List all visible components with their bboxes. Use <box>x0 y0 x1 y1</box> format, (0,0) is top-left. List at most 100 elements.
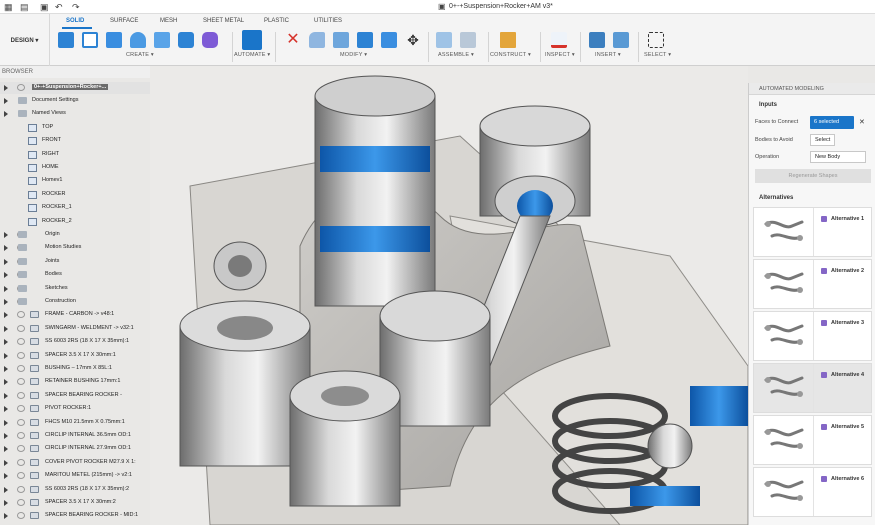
insert-image-icon[interactable] <box>589 32 605 48</box>
browser-item[interactable]: SS 6003 2RS (18 X 17 X 35mm):2 <box>0 484 150 496</box>
browser-item[interactable]: FRONT <box>0 135 150 147</box>
expand-icon[interactable] <box>4 85 8 91</box>
tab-surface[interactable]: SURFACE <box>110 18 138 24</box>
expand-icon[interactable] <box>4 379 8 386</box>
alternative-item[interactable]: Alternative 2 <box>753 259 872 309</box>
browser-item[interactable]: CIRCLIP INTERNAL 36.5mm OD:1 <box>0 430 150 442</box>
expand-icon[interactable] <box>4 285 8 292</box>
operation-dropdown[interactable]: New Body <box>810 151 866 163</box>
expand-icon[interactable] <box>4 272 8 279</box>
new-component-icon[interactable] <box>58 32 74 48</box>
expand-icon[interactable] <box>4 245 8 252</box>
alternative-item[interactable]: Alternative 6 <box>753 467 872 517</box>
expand-icon[interactable] <box>4 312 8 319</box>
insert-canvas-icon[interactable] <box>613 32 629 48</box>
expand-icon[interactable] <box>4 258 8 265</box>
automate-menu[interactable]: AUTOMATE ▾ <box>234 52 270 58</box>
shell-icon[interactable] <box>357 32 373 48</box>
select-menu[interactable]: SELECT ▾ <box>644 52 671 58</box>
expand-icon[interactable] <box>4 419 8 426</box>
visibility-icon[interactable] <box>17 472 25 480</box>
alternative-item[interactable]: Alternative 5 <box>753 415 872 465</box>
expand-icon[interactable] <box>4 98 8 104</box>
redo-icon[interactable]: ↷ <box>72 2 80 13</box>
browser-item[interactable]: SS 6003 2RS (18 X 17 X 35mm):1 <box>0 336 150 348</box>
visibility-icon[interactable] <box>17 499 25 506</box>
visibility-icon[interactable] <box>17 391 25 399</box>
tab-plastic[interactable]: PLASTIC <box>264 18 289 24</box>
expand-icon[interactable] <box>4 339 8 346</box>
loft-icon[interactable] <box>178 32 194 48</box>
modify-menu[interactable]: MODIFY ▾ <box>340 52 367 58</box>
select-icon[interactable] <box>648 32 664 48</box>
tab-sheet-metal[interactable]: SHEET METAL <box>203 18 244 24</box>
visibility-icon[interactable] <box>17 458 25 466</box>
automate-icon[interactable] <box>242 30 262 50</box>
browser-item[interactable]: Origin <box>0 229 150 241</box>
browser-item[interactable]: Construction <box>0 296 150 308</box>
expand-icon[interactable] <box>4 486 8 493</box>
browser-item[interactable]: Document Settings <box>0 95 150 107</box>
faces-selection-button[interactable]: 6 selected <box>810 116 854 129</box>
browser-item[interactable]: SPACER BEARING ROCKER - <box>0 390 150 402</box>
expand-icon[interactable] <box>4 325 8 332</box>
browser-item[interactable]: TOP <box>0 122 150 134</box>
visibility-icon[interactable] <box>17 84 25 91</box>
visibility-icon[interactable] <box>17 485 25 493</box>
visibility-icon[interactable] <box>17 512 25 520</box>
browser-item[interactable]: SPACER 3.5 X 17 X 30mm:2 <box>0 497 150 509</box>
offset-plane-icon[interactable] <box>500 32 516 48</box>
insert-menu[interactable]: INSERT ▾ <box>595 52 621 58</box>
chamfer-icon[interactable] <box>333 32 349 48</box>
tab-mesh[interactable]: MESH <box>160 18 177 24</box>
grid-menu-icon[interactable]: ▦ <box>4 2 13 13</box>
form-icon[interactable] <box>202 32 218 48</box>
visibility-icon[interactable] <box>17 324 25 332</box>
visibility-icon[interactable] <box>17 338 25 346</box>
model-viewport[interactable] <box>150 66 748 525</box>
expand-icon[interactable] <box>4 433 8 439</box>
visibility-icon[interactable] <box>17 378 25 386</box>
browser-item[interactable]: CIRCLIP INTERNAL 27.9mm OD:1 <box>0 443 150 455</box>
revolve-icon[interactable] <box>130 32 146 48</box>
expand-icon[interactable] <box>4 299 8 305</box>
alternative-item[interactable]: Alternative 4 <box>753 363 872 413</box>
browser-item[interactable]: FHCS M10 21.5mm X 0.75mm:1 <box>0 417 150 429</box>
browser-root[interactable]: 0+-+Suspension+Rocker+... <box>0 82 150 94</box>
browser-item[interactable]: Sketches <box>0 283 150 295</box>
alternative-item[interactable]: Alternative 3 <box>753 311 872 361</box>
expand-icon[interactable] <box>4 111 8 118</box>
expand-icon[interactable] <box>4 366 8 372</box>
sweep-icon[interactable] <box>154 32 170 48</box>
browser-item[interactable]: HOME <box>0 162 150 174</box>
workspace-switcher[interactable]: DESIGN ▾ <box>0 14 50 66</box>
expand-icon[interactable] <box>4 473 8 480</box>
undo-icon[interactable]: ↶ <box>55 2 63 13</box>
browser-item[interactable]: Motion Studies <box>0 242 150 254</box>
browser-item[interactable]: ROCKER <box>0 189 150 201</box>
browser-item[interactable]: Bodies <box>0 269 150 281</box>
fillet-icon[interactable] <box>309 32 325 48</box>
as-built-joint-icon[interactable] <box>460 32 476 48</box>
expand-icon[interactable] <box>4 459 8 466</box>
expand-icon[interactable] <box>4 446 8 453</box>
extrude-icon[interactable] <box>106 32 122 48</box>
browser-item[interactable]: SPACER 3.5 X 17 X 30mm:1 <box>0 350 150 362</box>
save-icon[interactable]: ▣ <box>40 2 49 13</box>
inspect-menu[interactable]: INSPECT ▾ <box>545 52 575 58</box>
create-sketch-icon[interactable] <box>82 32 98 48</box>
browser-item[interactable]: MARITOU METEL (215mm) -> v2:1 <box>0 470 150 482</box>
browser-item[interactable]: PIVOT ROCKER:1 <box>0 403 150 415</box>
create-menu[interactable]: CREATE ▾ <box>126 52 154 58</box>
browser-item[interactable]: RETAINER BUSHING 17mm:1 <box>0 376 150 388</box>
alternative-item[interactable]: Alternative 1 <box>753 207 872 257</box>
browser-item[interactable]: SPACER BEARING ROCKER - MID:1 <box>0 510 150 522</box>
browser-item[interactable]: FRAME - CARBON -> v48:1 <box>0 309 150 321</box>
expand-icon[interactable] <box>4 500 8 506</box>
move-icon[interactable]: ✥ <box>405 32 421 48</box>
browser-item[interactable]: BUSHING – 17mm X 85L:1 <box>0 363 150 375</box>
visibility-icon[interactable] <box>17 311 25 319</box>
visibility-icon[interactable] <box>17 351 25 359</box>
file-icon[interactable]: ▤ <box>20 2 29 13</box>
browser-item[interactable]: ROCKER_1 <box>0 202 150 214</box>
